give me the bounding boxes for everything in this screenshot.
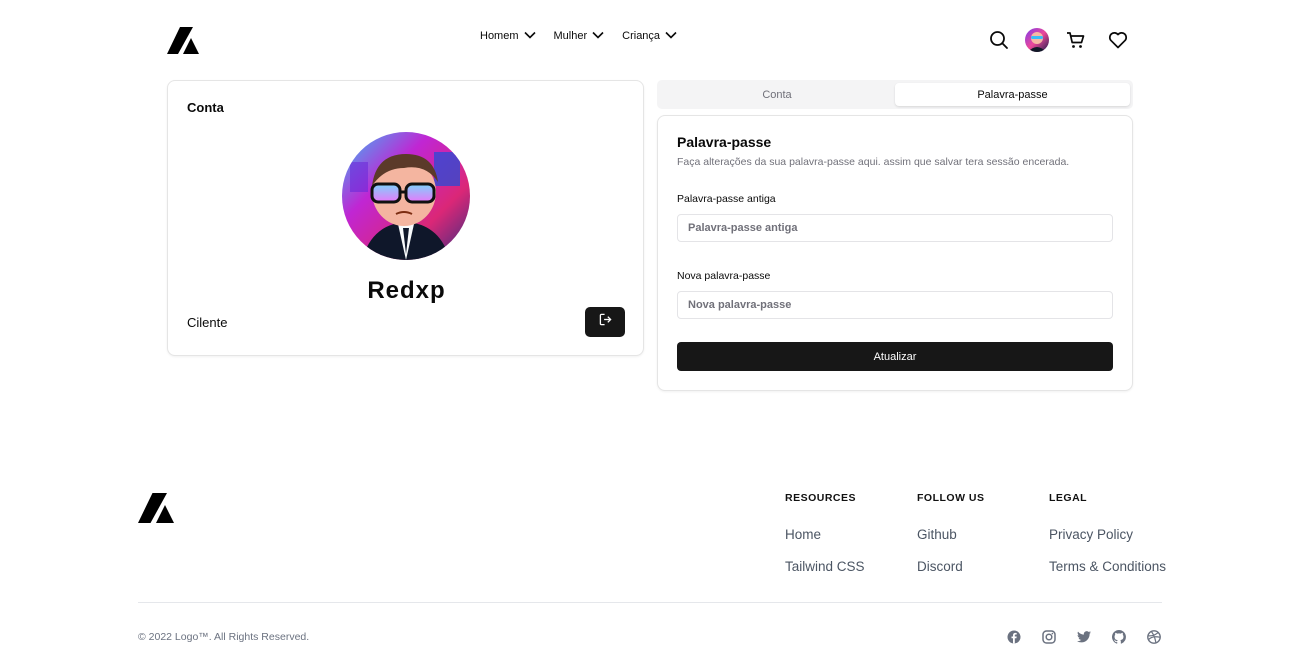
footer-column-follow-us: Follow us Github Discord — [917, 492, 985, 574]
site-header: Homem Mulher Criança — [0, 0, 1300, 80]
search-icon[interactable] — [988, 29, 1010, 51]
old-password-input[interactable] — [677, 214, 1113, 242]
main-nav: Homem Mulher Criança — [480, 30, 695, 42]
chevron-down-icon — [592, 30, 604, 42]
header-actions — [988, 28, 1129, 52]
nav-item-mulher[interactable]: Mulher — [554, 30, 605, 42]
avatar[interactable] — [1025, 28, 1049, 52]
footer-logo-icon[interactable] — [138, 493, 174, 523]
logout-button[interactable] — [585, 307, 625, 337]
update-button[interactable]: Atualizar — [677, 342, 1113, 371]
account-tabs: Conta Palavra-passe — [657, 80, 1133, 109]
heart-icon[interactable] — [1107, 29, 1129, 51]
tab-conta[interactable]: Conta — [660, 83, 894, 106]
password-card: Palavra-passe Faça alterações da sua pal… — [657, 115, 1133, 391]
footer-divider — [138, 602, 1162, 603]
avatar — [342, 132, 470, 260]
profile-card-title: Conta — [187, 100, 224, 115]
nav-item-label: Criança — [622, 30, 661, 42]
nav-item-label: Mulher — [553, 30, 588, 42]
footer-link-github[interactable]: Github — [917, 527, 957, 542]
github-icon[interactable] — [1111, 629, 1126, 644]
footer-link-terms[interactable]: Terms & Conditions — [1049, 559, 1166, 574]
twitter-icon[interactable] — [1076, 629, 1091, 644]
old-password-label: Palavra-passe antiga — [677, 193, 776, 205]
copyright-text: © 2022 Logo™. All Rights Reserved. — [138, 631, 310, 643]
footer-link-home[interactable]: Home — [785, 527, 821, 542]
profile-role: Cilente — [187, 315, 228, 330]
footer-column-legal: Legal Privacy Policy Terms & Conditions — [1049, 492, 1166, 574]
nav-item-homem[interactable]: Homem — [480, 30, 536, 42]
facebook-icon[interactable] — [1006, 629, 1021, 644]
footer-column-resources: Resources Home Tailwind CSS — [785, 492, 865, 574]
footer-link-privacy[interactable]: Privacy Policy — [1049, 527, 1133, 542]
instagram-icon[interactable] — [1041, 629, 1056, 644]
password-card-title: Palavra-passe — [677, 134, 772, 150]
footer-heading: Follow us — [917, 492, 985, 504]
chevron-down-icon — [665, 30, 677, 42]
tab-palavra-passe[interactable]: Palavra-passe — [895, 83, 1130, 106]
profile-username: Redxp — [367, 277, 446, 304]
nav-item-label: Homem — [480, 30, 519, 42]
footer-link-discord[interactable]: Discord — [917, 559, 963, 574]
profile-card: Conta Redxp Cilente — [167, 80, 644, 356]
logo-icon[interactable] — [167, 27, 199, 54]
password-card-description: Faça alterações da sua palavra-passe aqu… — [677, 156, 1070, 168]
dribbble-icon[interactable] — [1146, 629, 1161, 644]
logout-icon — [599, 313, 612, 331]
footer-heading: Resources — [785, 492, 857, 504]
new-password-label: Nova palavra-passe — [677, 270, 771, 282]
footer-link-tailwind[interactable]: Tailwind CSS — [785, 559, 865, 574]
social-links — [1006, 629, 1161, 644]
chevron-down-icon — [523, 30, 536, 42]
nav-item-crianca[interactable]: Criança — [622, 30, 677, 42]
new-password-input[interactable] — [677, 291, 1113, 319]
footer-heading: Legal — [1049, 492, 1088, 504]
cart-icon[interactable] — [1065, 29, 1087, 51]
